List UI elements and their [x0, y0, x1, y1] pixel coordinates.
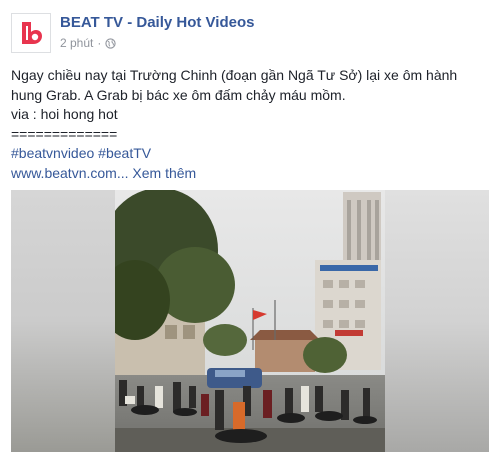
page-name-link[interactable]: BEAT TV - Daily Hot Videos [60, 14, 254, 31]
see-more-link[interactable]: Xem thêm [132, 165, 196, 181]
video-blur-left [11, 190, 115, 452]
facebook-post: BEAT TV - Daily Hot Videos 2 phút · Ngay… [0, 0, 497, 452]
page-avatar[interactable] [11, 13, 51, 53]
url-link[interactable]: www.beatvn.com... [11, 165, 129, 181]
meta-separator: · [97, 36, 102, 50]
video-blur-right [385, 190, 489, 452]
post-text-line: ============= [11, 125, 118, 142]
video-frame [115, 190, 385, 452]
hashtags-link[interactable]: #beatvnvideo #beatTV [11, 144, 489, 164]
post-text-line: hung Grab. A Grab bị bác xe ôm đấm chảy … [11, 86, 346, 103]
post-timestamp[interactable]: 2 phút [60, 36, 93, 50]
post-text-line: via : hoi hong hot [11, 106, 118, 123]
post-text-line: Ngay chiều nay tại Trường Chinh (đoạn gầ… [11, 67, 458, 83]
video-player[interactable] [11, 190, 489, 452]
post-meta: 2 phút · [60, 36, 117, 50]
globe-icon[interactable] [105, 37, 117, 49]
post-body: Ngay chiều nay tại Trường Chinh (đoạn gầ… [11, 66, 489, 184]
beat-logo-icon [22, 22, 42, 44]
street-scene-image [115, 190, 385, 452]
